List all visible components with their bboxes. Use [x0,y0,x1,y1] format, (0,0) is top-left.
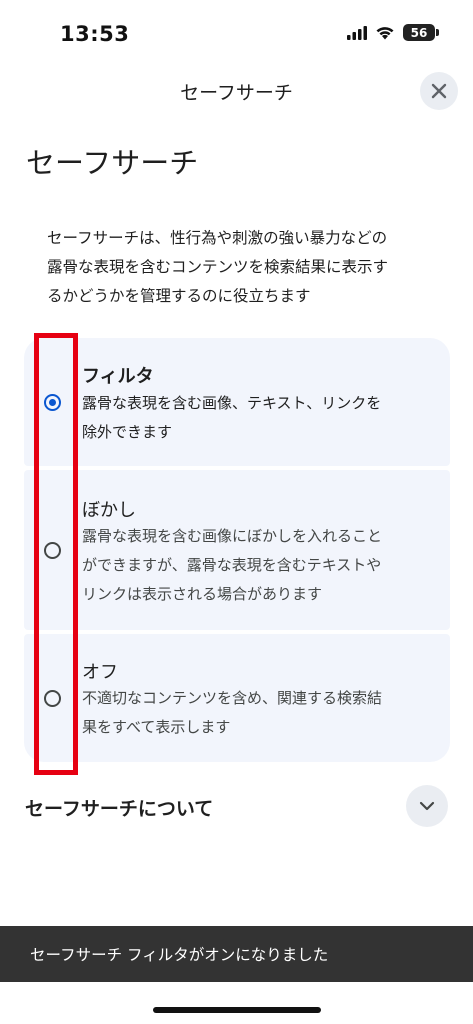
option-filter-description: 露骨な表現を含む画像、テキスト、リンクを 除外できます [82,389,434,447]
option-description-line: リンクは表示される場合があります [82,585,323,603]
option-description-line: 果をすべて表示します [82,718,231,736]
option-blur-label: ぼかし [82,500,136,521]
option-off-description: 不適切なコンテンツを含め、関連する検索結 果をすべて表示します [82,684,434,742]
home-indicator[interactable] [153,1007,321,1013]
radio-blur[interactable] [44,542,61,559]
radio-filter[interactable] [44,394,61,411]
status-icons: 56 [347,24,439,41]
description-line: セーフサーチは、性行為や刺激の強い暴力などの [47,229,388,247]
option-description-line: 露骨な表現を含む画像にぼかしを入れること [82,527,383,545]
about-safesearch-label: セーフサーチについて [25,798,214,820]
about-safesearch-row[interactable]: セーフサーチについて [0,780,473,832]
option-description-line: 露骨な表現を含む画像、テキスト、リンクを [82,394,382,412]
header-title: セーフサーチ [180,82,293,104]
radio-off[interactable] [44,690,61,707]
option-filter[interactable]: フィルタ 露骨な表現を含む画像、テキスト、リンクを 除外できます [24,338,450,466]
description-line: るかどうかを管理するのに役立ちます [47,287,311,305]
page-title: セーフサーチ [26,146,199,180]
close-button[interactable] [420,72,458,110]
option-blur[interactable]: ぼかし 露骨な表現を含む画像にぼかしを入れること ができますが、露骨な表現を含む… [24,470,450,630]
battery-level: 56 [410,25,428,40]
expand-button[interactable] [406,785,448,827]
snackbar: セーフサーチ フィルタがオンになりました [0,926,473,982]
battery-icon: 56 [403,24,439,41]
close-icon [431,83,447,99]
description: セーフサーチは、性行為や刺激の強い暴力などの 露骨な表現を含むコンテンツを検索結… [47,224,427,311]
option-description-line: 不適切なコンテンツを含め、関連する検索結 [82,689,383,707]
status-bar: 13:53 56 [0,0,473,70]
option-blur-description: 露骨な表現を含む画像にぼかしを入れること ができますが、露骨な表現を含むテキスト… [82,522,434,609]
option-off[interactable]: オフ 不適切なコンテンツを含め、関連する検索結 果をすべて表示します [24,634,450,762]
option-off-label: オフ [82,662,118,683]
wifi-icon [376,27,394,40]
option-description-line: ができますが、露骨な表現を含むテキストや [82,556,382,574]
chevron-down-icon [419,801,435,811]
option-description-line: 除外できます [82,423,173,441]
status-time: 13:53 [60,22,130,46]
option-filter-label: フィルタ [82,366,154,387]
snackbar-text: セーフサーチ フィルタがオンになりました [30,946,329,964]
description-line: 露骨な表現を含むコンテンツを検索結果に表示す [47,258,389,276]
cellular-signal-icon [347,25,367,40]
